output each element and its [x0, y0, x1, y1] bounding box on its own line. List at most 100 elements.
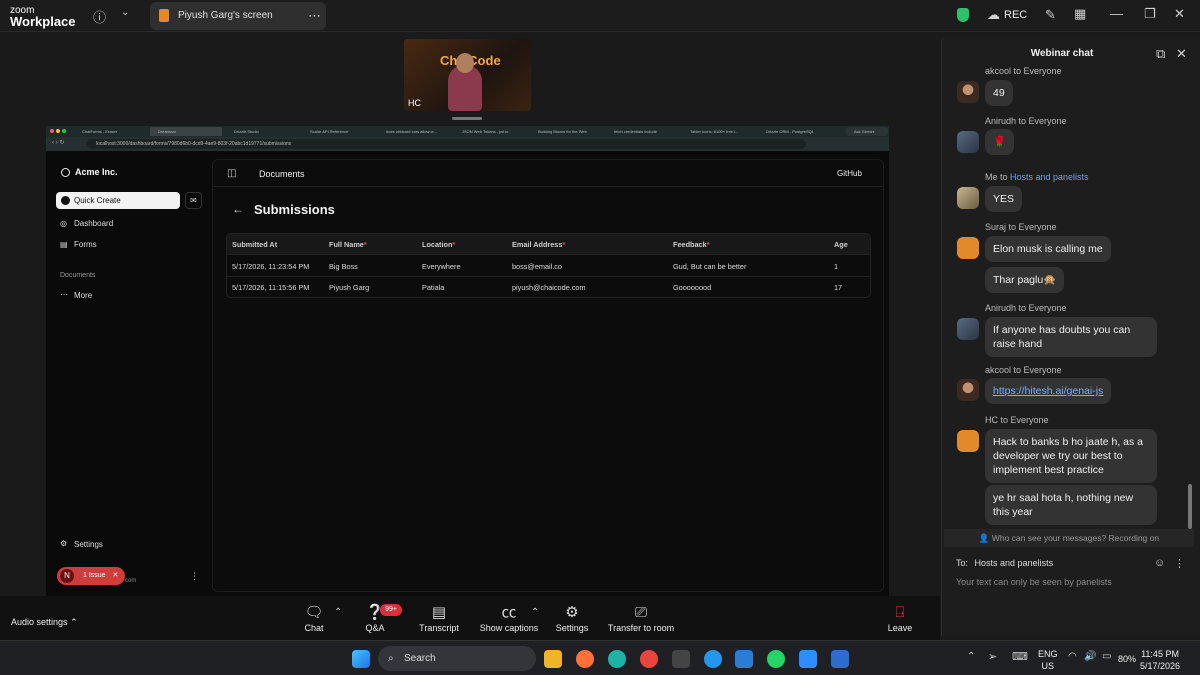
message-link[interactable]: https://hitesh.ai/genai-js — [985, 378, 1112, 404]
issue-badge[interactable]: N 1 Issue ✕ — [57, 567, 125, 585]
message-bubble[interactable]: Elon musk is calling me — [985, 236, 1111, 262]
back-arrow-icon[interactable]: ← — [232, 202, 244, 216]
more-options-icon[interactable]: ⋯ — [308, 8, 321, 24]
user-menu-icon[interactable]: ⋮ — [190, 571, 199, 582]
message-bubble[interactable]: YES — [985, 186, 1023, 212]
sidebar-item-settings[interactable]: Settings — [74, 540, 103, 549]
rec-label[interactable]: REC — [1004, 9, 1027, 21]
chevron-down-icon[interactable]: ⌄ — [121, 7, 129, 18]
chrome-icon[interactable] — [640, 650, 658, 668]
firefox-icon[interactable] — [576, 650, 594, 668]
recipient-selector[interactable]: To: Hosts and panelists — [956, 558, 1053, 568]
quick-create-button[interactable]: Quick Create — [56, 192, 180, 209]
column-header: Email Address* — [512, 234, 565, 255]
table-row[interactable]: 5/17/2026, 11:23:54 PM Big Boss Everywhe… — [227, 256, 870, 277]
close-icon[interactable]: ✕ — [1174, 6, 1185, 22]
url-field[interactable]: localhost:3000/dashboard/forms/7980d6b0-… — [86, 139, 806, 149]
message-bubble[interactable]: 🌹 — [985, 129, 1015, 155]
speaker-video-tile[interactable]: ChaiCode HC — [404, 39, 531, 111]
message-bubble[interactable]: ye hr saal hota h, nothing new this year — [985, 485, 1157, 525]
message-bubble[interactable]: 49 — [985, 80, 1013, 106]
video-resize-grip[interactable] — [452, 117, 482, 120]
vscode-icon[interactable] — [735, 650, 753, 668]
send-icon[interactable]: ➢ — [988, 650, 997, 663]
speaker-head — [456, 53, 474, 73]
settings-button[interactable]: ⚙ Settings — [537, 603, 607, 633]
submissions-table: Submitted At Full Name* Location* Email … — [226, 233, 871, 298]
leave-button[interactable]: ⍈ Leave — [865, 603, 935, 633]
plus-circle-icon — [61, 196, 70, 205]
browser-tab-strip: ChatForms - Eraser Dreamzzz Drizzle Stud… — [46, 126, 889, 137]
table-header-row: Submitted At Full Name* Location* Email … — [227, 234, 870, 255]
battery-percent: 80% — [1118, 654, 1137, 664]
lang-region: US — [1041, 661, 1055, 671]
visibility-notice[interactable]: 👤 Who can see your messages? Recording o… — [944, 529, 1194, 547]
sidebar-toggle-icon[interactable]: ◫ — [227, 168, 236, 179]
table-row[interactable]: 5/17/2026, 11:15:56 PM Piyush Garg Patia… — [227, 277, 870, 297]
speaker-icon[interactable]: 🔊 — [1084, 651, 1096, 662]
ask-gemini-button[interactable]: Ask Gemini — [846, 127, 888, 136]
required-marker: * — [562, 240, 566, 249]
nav-arrows-icon[interactable]: ‹ › ↻ — [52, 139, 64, 146]
system-clock[interactable]: 11:45 PM 5/17/2026 — [1140, 648, 1180, 672]
popout-icon[interactable]: ⧉ — [1156, 46, 1165, 62]
sidebar-item-forms[interactable]: Forms — [74, 240, 97, 249]
more-options-icon[interactable]: ⋮ — [1174, 557, 1185, 570]
browser-tab[interactable]: ChatForms - Eraser — [74, 127, 146, 136]
cloud-icon: ☁ — [987, 7, 1000, 22]
window-close-dot — [50, 129, 54, 133]
brand-name[interactable]: Acme Inc. — [75, 167, 118, 177]
windows-start-icon[interactable] — [352, 650, 370, 668]
column-header: Location* — [422, 234, 455, 255]
audio-settings-button[interactable]: Audio settings ⌃ — [11, 617, 78, 628]
issue-close-icon[interactable]: ✕ — [113, 572, 119, 579]
apps-icon[interactable]: ▦ — [1074, 6, 1086, 22]
screen-share-tab[interactable]: Piyush Garg's screen ⋯ — [150, 2, 326, 30]
sender-name: Me to — [985, 172, 1011, 182]
zoom-icon[interactable] — [799, 650, 817, 668]
inbox-icon[interactable]: ✉ — [185, 192, 202, 209]
security-shield-icon[interactable] — [957, 8, 969, 22]
close-chat-icon[interactable]: ✕ — [1176, 46, 1187, 62]
message-bubble[interactable]: Hack to banks b ho jaate h, as a develop… — [985, 429, 1157, 483]
chat-scrollbar[interactable] — [1188, 484, 1192, 529]
taskbar-search[interactable]: ⌕ Search — [378, 646, 536, 671]
file-explorer-icon[interactable] — [544, 650, 562, 668]
github-link[interactable]: GitHub — [837, 169, 862, 178]
settings-gear-icon: ⚙ — [60, 539, 68, 548]
docker-icon[interactable] — [704, 650, 722, 668]
browser-tab[interactable]: Building Blocks for the Web — [530, 127, 602, 136]
language-indicator[interactable]: ENG US — [1038, 648, 1058, 672]
annotate-pen-icon[interactable]: ✎ — [1045, 7, 1056, 23]
whatsapp-icon[interactable] — [767, 650, 785, 668]
message-bubble[interactable]: Thar paglu🙊 — [985, 267, 1065, 293]
keyboard-icon[interactable]: ⌨ — [1012, 650, 1028, 663]
restore-icon[interactable]: ❐ — [1144, 6, 1156, 22]
browser-tab[interactable]: JSON Web Tokens - jwt.io — [454, 127, 526, 136]
edge-icon[interactable] — [608, 650, 626, 668]
message-bubble[interactable]: If anyone has doubts you can raise hand — [985, 317, 1157, 357]
tray-chevron-icon[interactable]: ⌃ — [967, 651, 975, 662]
browser-tab[interactable]: Drizzle ORM - PostgreSQL — [758, 127, 830, 136]
translator-icon[interactable] — [831, 650, 849, 668]
chat-message-input[interactable]: Your text can only be seen by panelists — [956, 577, 1112, 587]
transcript-button[interactable]: ▤ Transcript — [404, 603, 474, 633]
window-max-dot — [62, 129, 66, 133]
browser-tab[interactable]: Drizzle Studio — [226, 127, 298, 136]
browser-tab[interactable]: Scalar API Reference — [302, 127, 374, 136]
transfer-to-room-button[interactable]: ⎚ Transfer to room — [599, 603, 683, 633]
emoji-icon[interactable]: ☺ — [1154, 557, 1165, 569]
quick-create-label: Quick Create — [74, 196, 121, 205]
browser-tab-active[interactable]: Dreamzzz — [150, 127, 222, 136]
terminal-icon[interactable] — [672, 650, 690, 668]
wifi-icon[interactable]: ◠ — [1068, 651, 1077, 662]
sidebar-item-more[interactable]: More — [74, 291, 92, 300]
info-icon[interactable]: ⓘ — [93, 7, 106, 26]
required-marker: * — [452, 240, 456, 249]
browser-tab[interactable]: fetch credentials include — [606, 127, 678, 136]
minimize-icon[interactable]: — — [1110, 6, 1123, 21]
browser-tab[interactable]: does wildcard cors allow cr... — [378, 127, 450, 136]
sidebar-item-dashboard[interactable]: Dashboard — [74, 219, 113, 228]
browser-tab[interactable]: Tabler Icons: 6100+ free i... — [682, 127, 754, 136]
battery-icon[interactable]: ▭ — [1102, 651, 1111, 662]
